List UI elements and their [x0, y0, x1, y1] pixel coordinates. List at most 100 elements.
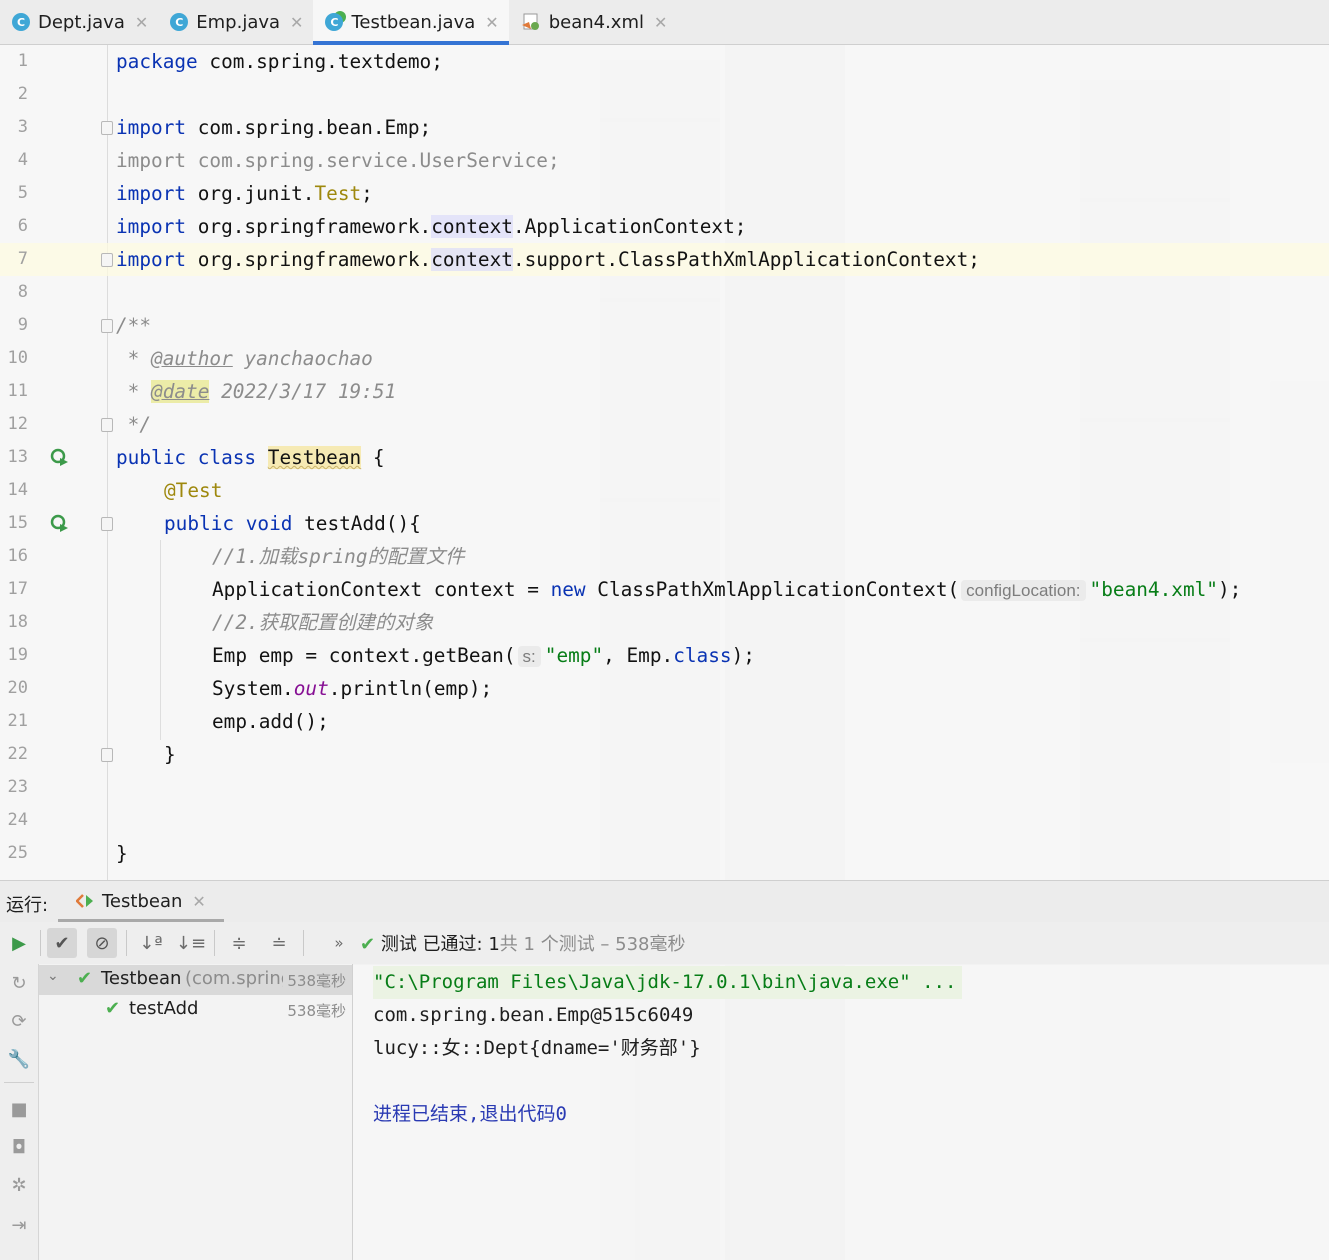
line-number: 24 — [7, 810, 28, 830]
code-line[interactable]: 13 public class Testbean { — [0, 441, 1329, 474]
fold-icon[interactable] — [101, 253, 113, 267]
code-line[interactable]: 14 @Test — [0, 474, 1329, 507]
code-line-current[interactable]: 7 import org.springframework.context.sup… — [0, 243, 1329, 276]
code-line[interactable]: 2 — [0, 78, 1329, 111]
code-line[interactable]: 15 public void testAdd(){ — [0, 507, 1329, 540]
code-line[interactable]: 21 emp.add(); — [0, 705, 1329, 738]
editor-tab-bar: C Dept.java ✕ C Emp.java ✕ C Testbean.ja… — [0, 0, 1329, 45]
parameter-hint: configLocation: — [961, 580, 1086, 601]
line-comment: //2.获取配置创建的对象 — [212, 611, 434, 634]
import-icon[interactable]: ⇥ — [8, 1214, 30, 1236]
test-suite-row[interactable]: ⌄ ✔ Testbean (com.spring 538毫秒 — [39, 965, 352, 995]
close-icon[interactable]: ✕ — [654, 13, 667, 32]
code-segment: * — [116, 380, 152, 403]
test-suite-package: (com.spring — [185, 968, 293, 989]
code-line[interactable]: 1 package com.spring.textdemo; — [0, 45, 1329, 78]
fold-icon[interactable] — [101, 418, 113, 432]
code-segment: System. — [212, 677, 294, 700]
tab-emp-java[interactable]: C Emp.java ✕ — [158, 0, 313, 44]
code-segment: .support.ClassPathXmlApplicationContext; — [512, 248, 980, 271]
keyword: import — [116, 116, 187, 139]
class-name: Testbean — [267, 446, 362, 469]
code-line[interactable]: 9 /** — [0, 309, 1329, 342]
check-icon: ✔ — [105, 998, 121, 1019]
collapse-all-icon[interactable]: ≐ — [264, 928, 294, 958]
code-line[interactable]: 18 //2.获取配置创建的对象 — [0, 606, 1329, 639]
tab-testbean-java[interactable]: C Testbean.java ✕ — [313, 0, 509, 45]
annotation: @Test — [164, 479, 223, 502]
separator — [126, 930, 127, 956]
code-line[interactable]: 6 import org.springframework.context.App… — [0, 210, 1329, 243]
check-icon: ✔ — [77, 968, 93, 989]
code-line[interactable]: 19 Emp emp = context.getBean(s: "emp", Em… — [0, 639, 1329, 672]
code-line[interactable]: 16 //1.加载spring的配置文件 — [0, 540, 1329, 573]
fold-icon[interactable] — [101, 319, 113, 333]
code-line[interactable]: 25 } — [0, 837, 1329, 870]
code-line[interactable]: 22 } — [0, 738, 1329, 771]
chevron-down-icon[interactable]: ⌄ — [47, 968, 59, 984]
code-line[interactable]: 8 — [0, 276, 1329, 309]
line-number: 10 — [7, 348, 28, 368]
line-number: 4 — [17, 150, 28, 170]
sort-by-duration-icon[interactable]: ↓≡ — [176, 928, 206, 958]
line-number: 25 — [7, 843, 28, 863]
code-line[interactable]: 5 import org.junit.Test; — [0, 177, 1329, 210]
stop-icon[interactable]: ■ — [8, 1098, 30, 1120]
string-literal: "emp" — [544, 644, 604, 667]
fold-icon[interactable] — [101, 748, 113, 762]
line-number: 2 — [17, 84, 28, 104]
fold-icon[interactable] — [101, 517, 113, 531]
test-case-name: testAdd — [129, 998, 199, 1019]
close-icon[interactable]: ✕ — [290, 13, 303, 32]
show-ignored-icon[interactable]: ⊘ — [87, 928, 117, 958]
rerun-failed-icon[interactable]: ↻ — [8, 972, 30, 994]
java-test-class-icon: C — [325, 13, 344, 31]
show-passed-icon[interactable]: ✔ — [47, 928, 77, 958]
close-icon[interactable]: ✕ — [135, 13, 148, 32]
code-line[interactable]: 11 * @date 2022/3/17 19:51 — [0, 375, 1329, 408]
code-text: public void testAdd(){ — [164, 507, 421, 540]
code-line[interactable]: 10 * @author yanchaochao — [0, 342, 1329, 375]
sort-alphabetically-icon[interactable]: ↓ª — [136, 928, 166, 958]
more-icon[interactable]: » — [324, 928, 354, 958]
code-line[interactable]: 4 import com.spring.service.UserService; — [0, 144, 1329, 177]
code-line[interactable]: 12 */ — [0, 408, 1329, 441]
run-test-icon[interactable] — [50, 448, 70, 468]
doc-comment: * @author yanchaochao — [116, 342, 373, 375]
line-number: 9 — [17, 315, 28, 335]
tab-dept-java[interactable]: C Dept.java ✕ — [0, 0, 158, 44]
line-number: 1 — [17, 51, 28, 71]
code-segment: org.springframework. — [186, 215, 432, 238]
close-icon[interactable]: ✕ — [192, 892, 205, 911]
code-segment: com.spring.textdemo; — [197, 50, 443, 73]
console-output[interactable]: "C:\Program Files\Java\jdk-17.0.1\bin\ja… — [353, 964, 1329, 1260]
code-segment: { — [361, 446, 385, 469]
rerun-icon[interactable]: ▶ — [4, 928, 34, 958]
code-text-unused-import: import com.spring.service.UserService; — [116, 149, 560, 172]
code-editor[interactable]: 1 package com.spring.textdemo; 2 3 impor… — [0, 45, 1329, 880]
camera-icon[interactable]: ◘ — [8, 1136, 30, 1158]
code-line[interactable]: 23 — [0, 771, 1329, 804]
code-segment: ); — [1217, 578, 1242, 601]
console-exit-line: 进程已结束,退出代码0 — [373, 1103, 567, 1125]
run-test-icon[interactable] — [50, 514, 70, 534]
close-icon[interactable]: ✕ — [485, 13, 498, 32]
test-case-row[interactable]: ✔ testAdd 538毫秒 — [39, 995, 352, 1025]
code-segment: Emp emp = context.getBean( — [212, 644, 516, 667]
fold-icon[interactable] — [101, 121, 113, 135]
code-segment: context — [431, 215, 513, 238]
expand-all-icon[interactable]: ≑ — [224, 928, 254, 958]
code-line[interactable]: 17 ApplicationContext context = new Clas… — [0, 573, 1329, 606]
code-line[interactable]: 3 import com.spring.bean.Emp; — [0, 111, 1329, 144]
code-text: import org.springframework.context.Appli… — [116, 210, 746, 243]
code-line[interactable]: 24 — [0, 804, 1329, 837]
run-tab-testbean[interactable]: Testbean ✕ — [58, 881, 224, 922]
toggle-auto-test-icon[interactable]: ⟳ — [8, 1010, 30, 1032]
tab-bean4-xml[interactable]: bean4.xml ✕ — [509, 0, 678, 44]
wrench-icon[interactable]: 🔧 — [8, 1048, 30, 1070]
line-number: 16 — [7, 546, 28, 566]
debug-icon[interactable]: ✲ — [8, 1174, 30, 1196]
console-line: "C:\Program Files\Java\jdk-17.0.1\bin\ja… — [373, 966, 963, 999]
code-segment: ClassPathXmlApplicationContext( — [585, 578, 960, 601]
code-line[interactable]: 20 System.out.println(emp); — [0, 672, 1329, 705]
